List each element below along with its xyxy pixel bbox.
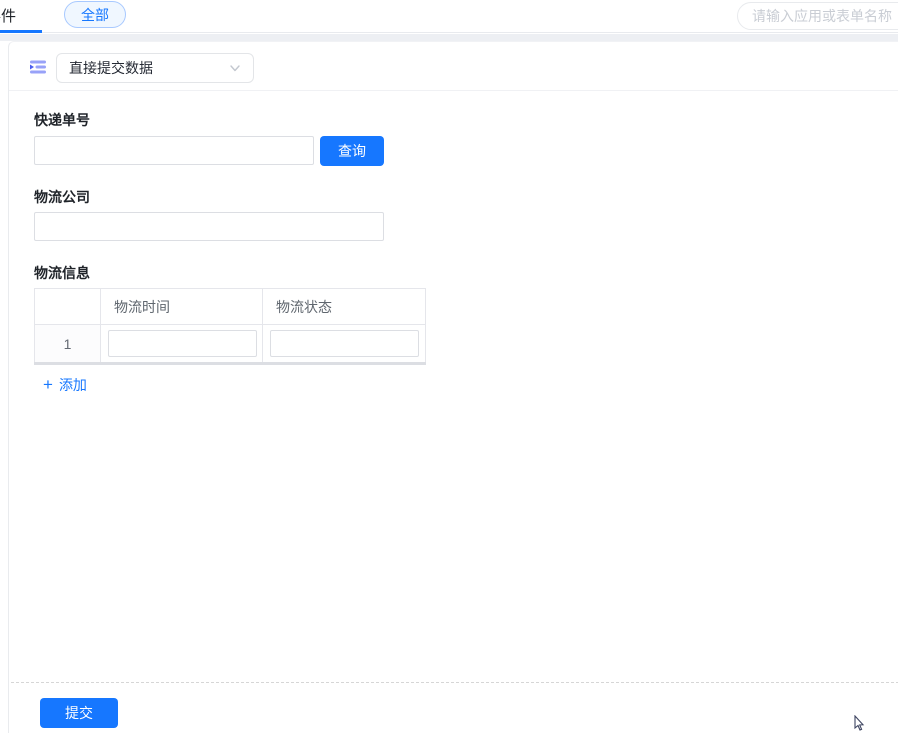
logistics-time-input[interactable] <box>108 330 257 357</box>
tab-events-label: 事件 <box>0 5 16 26</box>
table-header-row: 物流时间 物流状态 <box>35 289 426 325</box>
logistics-info-table: 物流时间 物流状态 1 <box>34 288 426 365</box>
header-logistics-status: 物流状态 <box>263 289 426 325</box>
mouse-cursor <box>852 715 866 732</box>
background-strip <box>0 34 898 41</box>
header-index <box>35 289 101 325</box>
submit-mode-value: 直接提交数据 <box>69 58 229 78</box>
submit-button[interactable]: 提交 <box>40 698 118 728</box>
cell-logistics-time <box>101 325 263 364</box>
panel-toolbar: 直接提交数据 <box>9 42 898 91</box>
table-row: 1 <box>35 325 426 364</box>
search-input[interactable] <box>737 2 898 30</box>
logistics-company-input[interactable] <box>34 212 384 241</box>
add-row-label: 添加 <box>59 375 87 395</box>
logistics-info-label: 物流信息 <box>34 263 90 283</box>
submit-mode-dropdown[interactable]: 直接提交数据 <box>56 53 254 83</box>
add-row-link[interactable]: + 添加 <box>43 375 87 395</box>
footer-divider <box>11 682 898 683</box>
tab-events[interactable]: 事件 <box>0 5 40 27</box>
form-panel: 直接提交数据 快递单号 查询 物流公司 物流信息 物流时间 物流状态 1 <box>8 41 898 733</box>
chevron-down-icon <box>229 62 241 74</box>
tracking-number-input[interactable] <box>34 136 314 165</box>
row-index: 1 <box>35 325 101 364</box>
active-tab-underline <box>0 30 42 33</box>
search-area <box>737 2 898 32</box>
tracking-number-label: 快递单号 <box>34 110 90 130</box>
cell-logistics-status <box>263 325 426 364</box>
plus-icon: + <box>43 377 53 393</box>
logistics-status-input[interactable] <box>270 330 419 357</box>
header-logistics-time: 物流时间 <box>101 289 263 325</box>
filter-all-label: 全部 <box>81 5 109 25</box>
top-tab-bar: 事件 全部 <box>0 0 898 33</box>
app-window: 事件 全部 直接提交数据 快递单 <box>0 0 898 733</box>
filter-all-pill[interactable]: 全部 <box>64 1 126 28</box>
query-button[interactable]: 查询 <box>320 136 384 166</box>
collapse-menu-icon[interactable] <box>28 57 48 77</box>
logistics-company-label: 物流公司 <box>34 187 90 207</box>
